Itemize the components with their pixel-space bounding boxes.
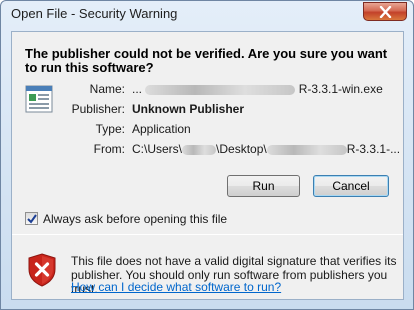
redacted-folder bbox=[266, 144, 347, 155]
always-ask-checkbox[interactable] bbox=[25, 212, 38, 225]
from-suffix: R-3.3.1-... bbox=[346, 142, 401, 156]
checkmark-icon bbox=[27, 214, 37, 224]
close-button[interactable] bbox=[363, 2, 407, 21]
security-warning-window: Open File - Security Warning The publish… bbox=[0, 0, 414, 310]
help-link[interactable]: How can I decide what software to run? bbox=[71, 280, 281, 294]
type-label: Type: bbox=[95, 122, 125, 136]
section-divider bbox=[12, 234, 403, 235]
close-icon bbox=[379, 6, 392, 18]
from-middle: \Desktop\ bbox=[216, 142, 267, 156]
security-shield-error-icon bbox=[28, 253, 56, 287]
application-file-icon bbox=[25, 85, 53, 113]
name-value: ... R-3.3.1-win.exe bbox=[132, 82, 383, 96]
name-suffix: R-3.3.1-win.exe bbox=[298, 82, 383, 96]
from-prefix: C:\Users\ bbox=[132, 142, 183, 156]
name-prefix: ... bbox=[132, 82, 143, 96]
name-label: Name: bbox=[89, 82, 125, 96]
always-ask-label[interactable]: Always ask before opening this file bbox=[43, 212, 227, 226]
type-value: Application bbox=[132, 122, 191, 136]
redacted-path bbox=[145, 84, 296, 95]
dialog-content: The publisher could not be verified. Are… bbox=[11, 31, 404, 300]
from-label: From: bbox=[93, 142, 125, 156]
run-button[interactable]: Run bbox=[227, 175, 300, 197]
from-value: C:\Users\ \Desktop\ R-3.3.1-... bbox=[132, 142, 400, 156]
warning-headline: The publisher could not be verified. Are… bbox=[25, 46, 388, 75]
cancel-button[interactable]: Cancel bbox=[313, 175, 389, 197]
title-bar[interactable]: Open File - Security Warning bbox=[1, 1, 413, 29]
redacted-user bbox=[182, 144, 217, 155]
publisher-label: Publisher: bbox=[71, 102, 125, 116]
publisher-value: Unknown Publisher bbox=[132, 102, 245, 116]
window-title: Open File - Security Warning bbox=[11, 6, 178, 21]
